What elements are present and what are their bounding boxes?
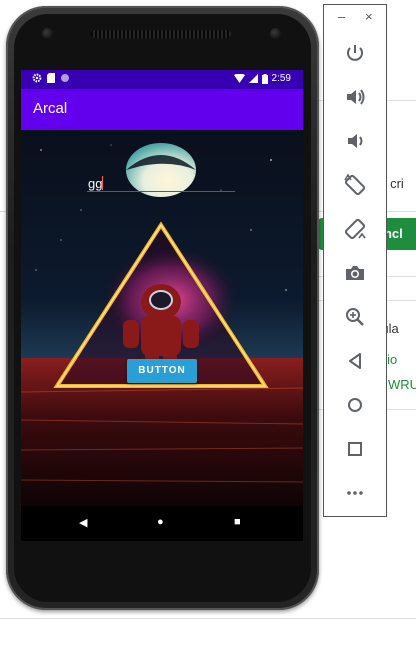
emulator-window-controls: – ×	[324, 5, 386, 31]
back-icon[interactable]	[342, 348, 368, 374]
text-cursor	[102, 176, 103, 190]
app-bar: Arcal	[21, 89, 303, 130]
nav-home-icon[interactable]: ●	[157, 516, 164, 528]
text-input[interactable]: gg	[87, 173, 235, 193]
main-button[interactable]: BUTTON	[127, 359, 197, 383]
text-input-value: gg	[88, 176, 103, 191]
text-input-underline	[87, 191, 235, 192]
sensor	[270, 28, 281, 39]
rotate-left-icon[interactable]	[342, 172, 368, 198]
battery-icon	[261, 73, 268, 84]
nav-recents-icon[interactable]: ■	[234, 516, 241, 528]
nav-back-icon[interactable]: ◀	[79, 516, 87, 529]
signal-icon	[248, 74, 258, 83]
zoom-icon[interactable]	[342, 304, 368, 330]
close-button[interactable]: ×	[365, 9, 373, 24]
status-bar: 2:59	[21, 70, 303, 89]
navigation-bar: ◀ ● ■	[21, 506, 303, 541]
device-screen: 2:59 Arcal gg BUTTON ◀ ● ■	[21, 70, 303, 541]
wifi-icon	[233, 74, 245, 83]
more-icon[interactable]	[342, 480, 368, 506]
front-camera	[42, 28, 53, 39]
background-text: WRU	[388, 377, 416, 392]
volume-down-icon[interactable]	[342, 128, 368, 154]
minimize-button[interactable]: –	[338, 9, 345, 24]
app-title: Arcal	[33, 100, 68, 117]
home-icon[interactable]	[342, 392, 368, 418]
overview-icon[interactable]	[342, 436, 368, 462]
notification-dot-icon	[61, 74, 69, 82]
camera-icon[interactable]	[342, 260, 368, 286]
sd-card-icon	[47, 73, 55, 83]
divider	[0, 618, 416, 619]
emulator-toolbar: – ×	[323, 4, 387, 517]
status-time: 2:59	[271, 73, 291, 84]
power-icon[interactable]	[342, 40, 368, 66]
volume-up-icon[interactable]	[342, 84, 368, 110]
speaker-grille	[91, 30, 231, 38]
rotate-right-icon[interactable]	[342, 216, 368, 242]
app-content: gg BUTTON	[21, 130, 303, 506]
settings-gear-icon	[32, 73, 42, 83]
